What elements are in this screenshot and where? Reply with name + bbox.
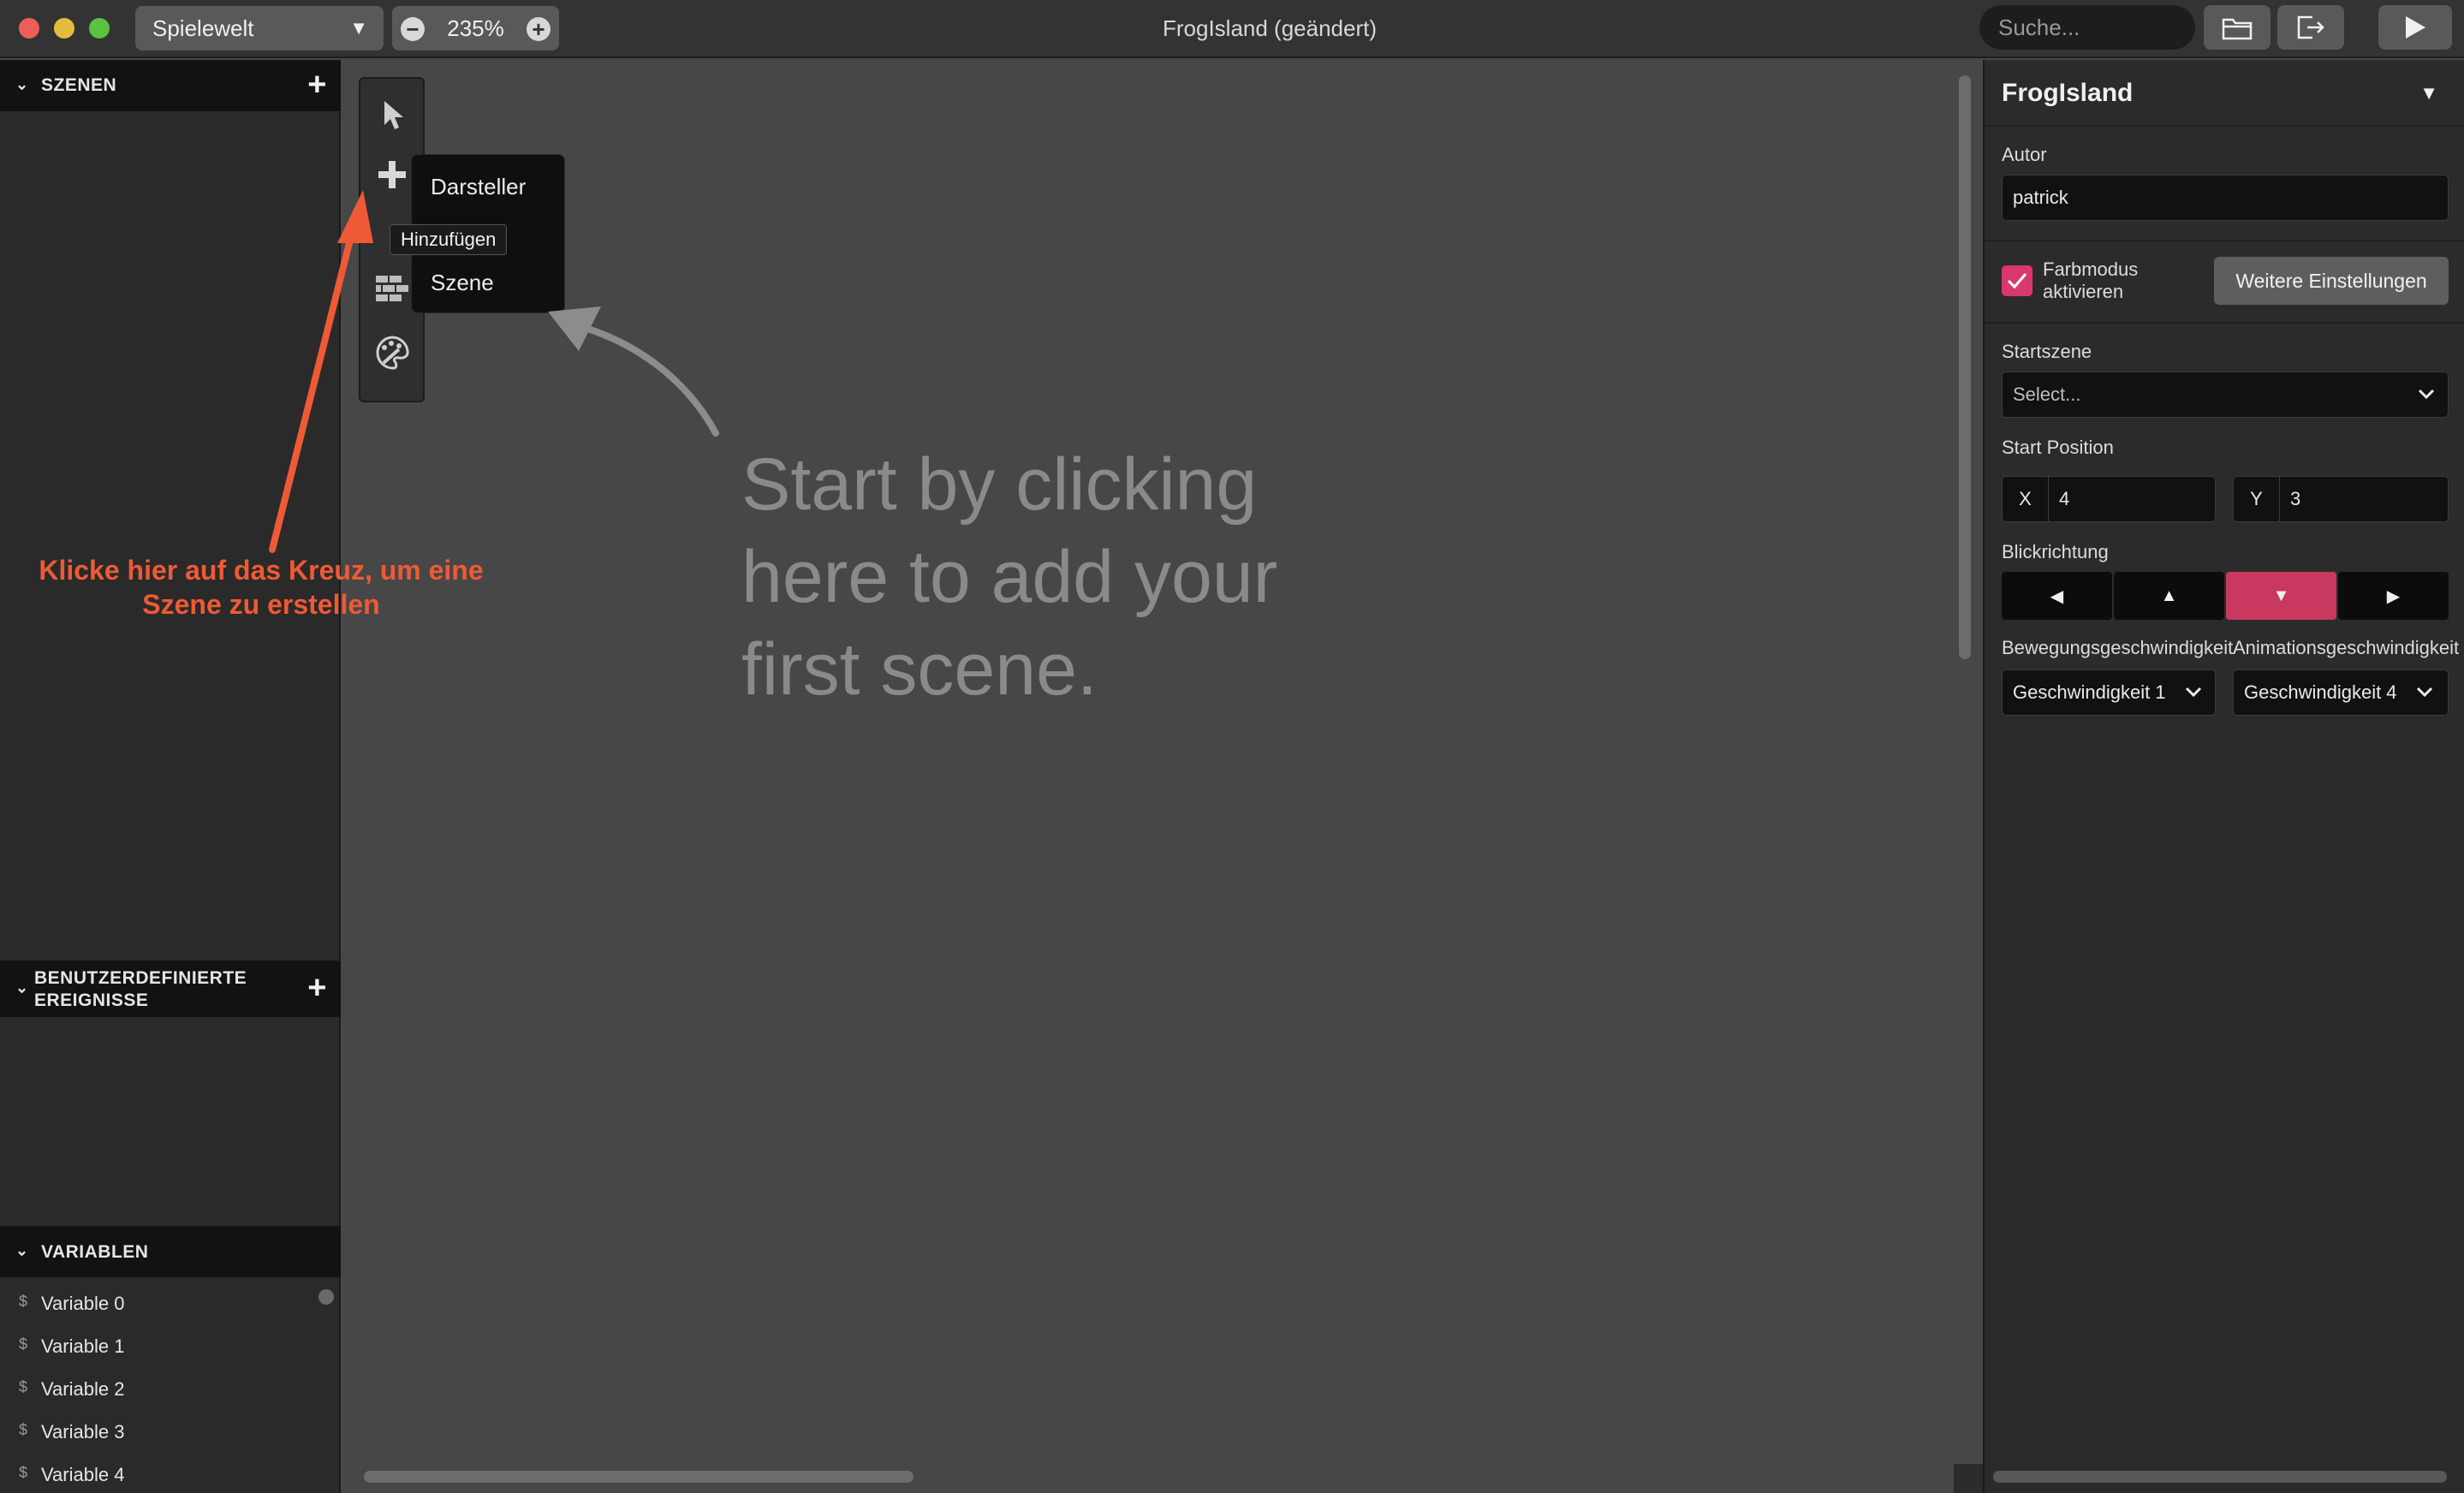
anim-speed-label: Animationsgeschwindigkeit (2233, 637, 2460, 658)
anim-speed-select[interactable]: Geschwindigkeit 4 (2233, 669, 2449, 716)
author-label: Autor (2002, 144, 2047, 165)
anim-speed-value: Geschwindigkeit 4 (2244, 681, 2397, 703)
checkmark-icon (2007, 273, 2027, 289)
move-speed-select[interactable]: Geschwindigkeit 1 (2002, 669, 2216, 716)
start-y-field[interactable]: Y 3 (2233, 476, 2449, 522)
tutorial-annotation: Klicke hier auf das Kreuz, um eine Szene… (39, 555, 484, 620)
x-prefix: X (2003, 477, 2049, 521)
direction-left-button[interactable]: ◀ (2002, 572, 2112, 620)
annotation-arrow (269, 190, 373, 553)
x-value: 4 (2059, 488, 2070, 509)
more-settings-button[interactable]: Weitere Einstellungen (2214, 257, 2449, 305)
color-mode-checkbox[interactable] (2002, 265, 2033, 296)
y-prefix: Y (2234, 477, 2280, 521)
y-value: 3 (2290, 488, 2301, 509)
canvas-vertical-scrollbar[interactable] (1959, 75, 1971, 659)
divider (1985, 125, 2464, 127)
chevron-down-icon (2413, 685, 2436, 699)
move-speed-value: Geschwindigkeit 1 (2013, 681, 2166, 703)
divider (1985, 322, 2464, 324)
divider (1985, 240, 2464, 241)
direction-down-button[interactable]: ▼ (2226, 572, 2336, 620)
empty-canvas-hint: Start by clicking here to add your first… (741, 443, 1278, 711)
panel-horizontal-scrollbar[interactable] (1993, 1471, 2447, 1483)
start-scene-label: Startszene (2002, 341, 2092, 362)
chevron-down-icon (2418, 389, 2435, 400)
start-scene-select[interactable]: Select... (2002, 372, 2449, 418)
start-x-field[interactable]: X 4 (2002, 476, 2216, 522)
direction-selector: ◀ ▲ ▼ ▶ (2002, 572, 2449, 620)
start-position-label: Start Position (2002, 437, 2114, 458)
hint-arrow (548, 306, 719, 437)
caret-down-icon[interactable]: ▼ (2419, 82, 2438, 104)
scroll-corner (1954, 1464, 1983, 1493)
author-field[interactable]: patrick (2002, 175, 2449, 221)
direction-up-button[interactable]: ▲ (2114, 572, 2224, 620)
start-scene-value: Select... (2013, 384, 2081, 405)
project-name: FrogIsland (2002, 79, 2134, 107)
direction-right-button[interactable]: ▶ (2338, 572, 2449, 620)
move-speed-label: Bewegungsgeschwindigkeit (2002, 637, 2234, 658)
chevron-down-icon (2184, 685, 2203, 699)
canvas-horizontal-scrollbar[interactable] (364, 1471, 914, 1483)
properties-panel: FrogIsland ▼ Autor patrick Farbmodus akt… (1983, 60, 2464, 1493)
color-mode-label: Farbmodus aktivieren (2043, 259, 2139, 302)
direction-label: Blickrichtung (2002, 541, 2109, 562)
